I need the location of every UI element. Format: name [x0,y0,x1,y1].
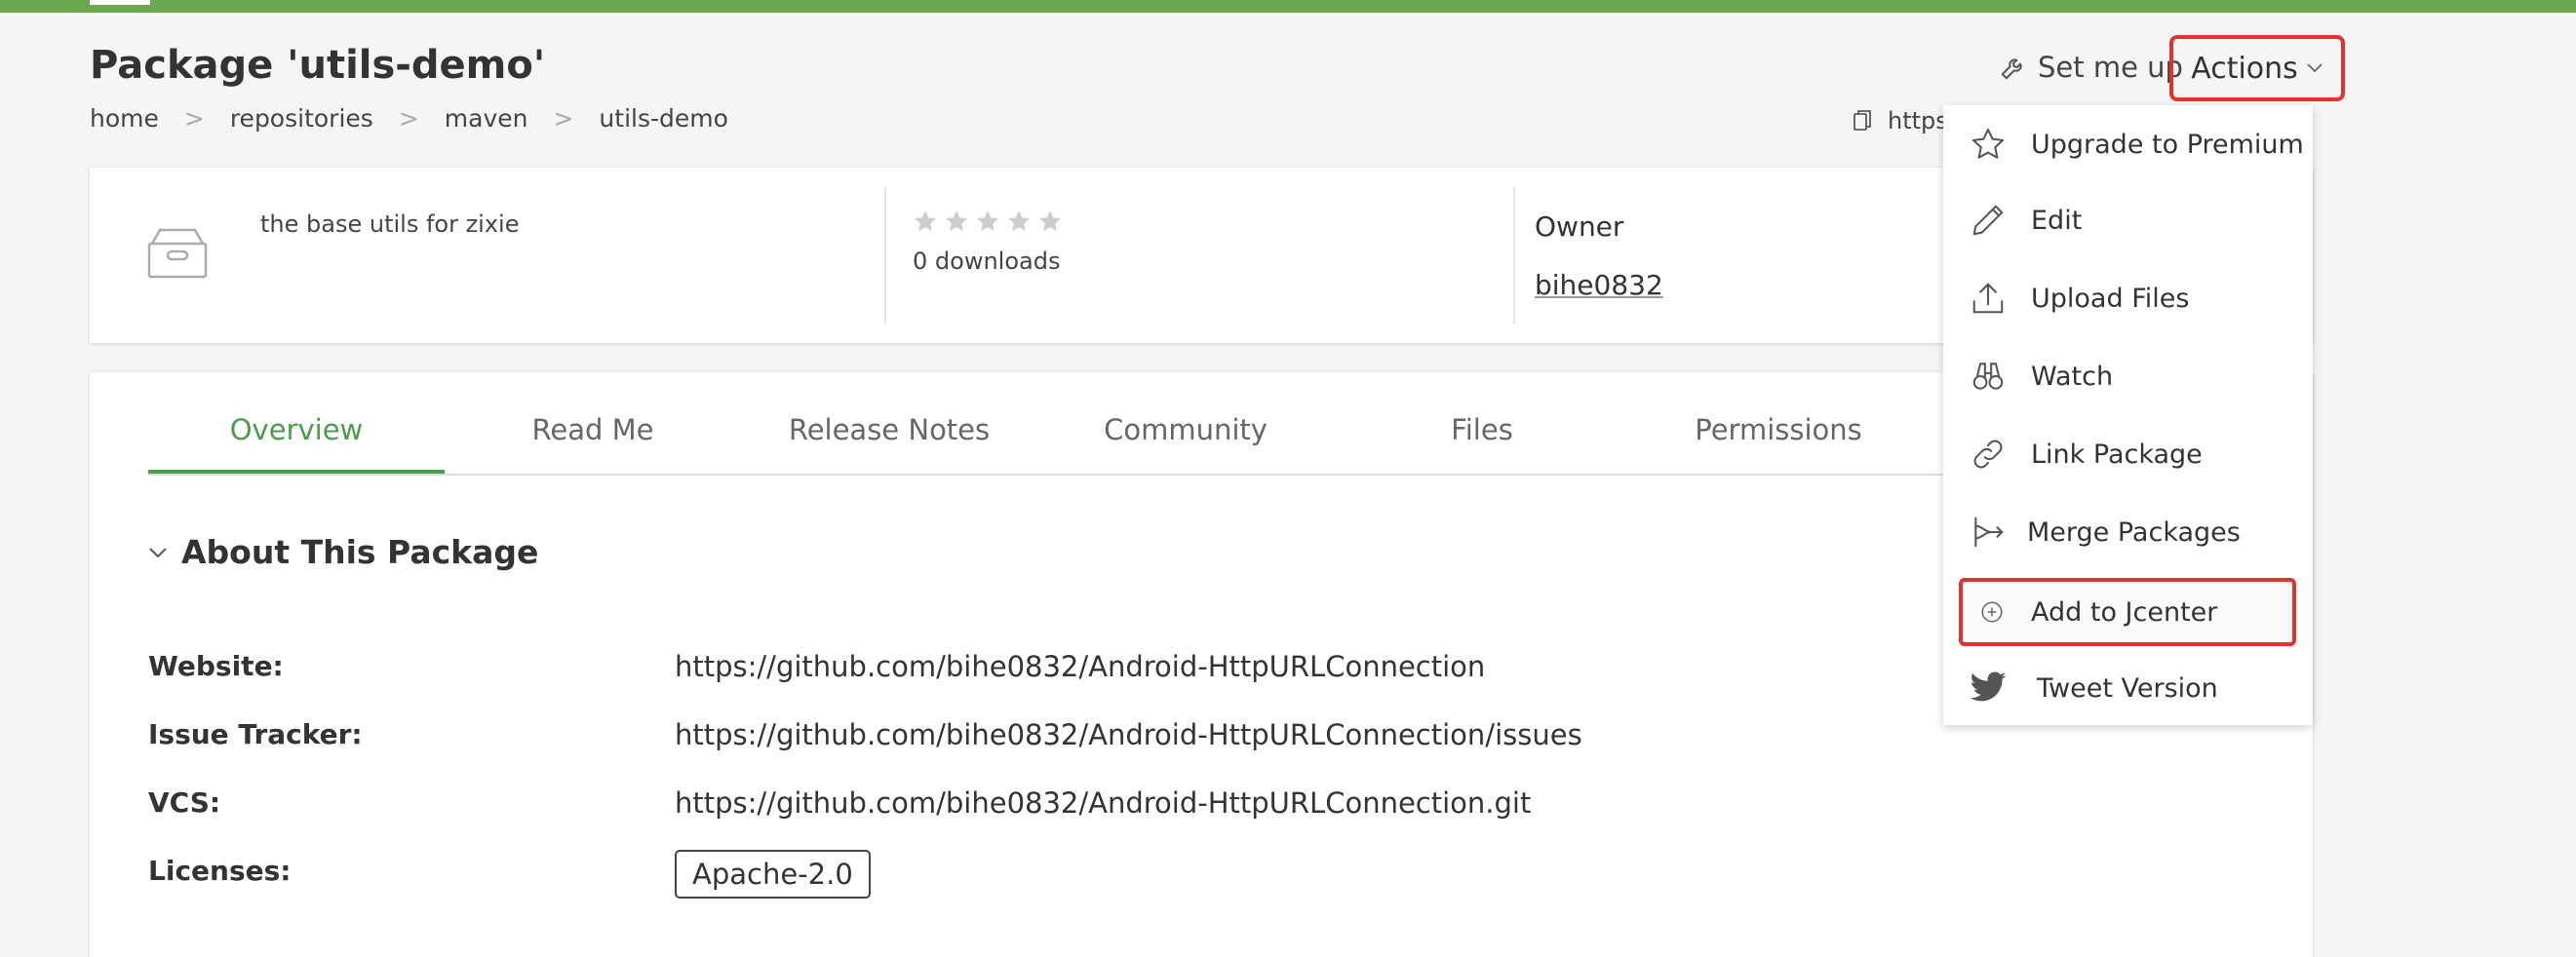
tab-permissions[interactable]: Permissions [1630,413,1927,474]
tab-overview[interactable]: Overview [148,413,445,474]
menu-item-label: Upload Files [2031,283,2190,314]
website-link[interactable]: https://github.com/bihe0832/Android-Http… [675,650,1485,683]
star-icon[interactable] [944,209,969,234]
top-bar-notch [90,0,150,5]
menu-item-label: Merge Packages [2027,517,2241,548]
chevron-down-icon [149,547,167,557]
tab-bar: Overview Read Me Release Notes Community… [148,413,2254,476]
wrench-icon [2001,58,2022,80]
menu-item-label: Link Package [2031,439,2203,470]
link-icon [1969,435,2008,474]
upload-icon [1969,279,2008,318]
actions-label: Actions [2191,51,2298,86]
merge-icon [1969,513,2008,552]
star-icon[interactable] [1006,209,1032,234]
menu-item-label: Watch [2031,361,2114,392]
vcs-label: VCS: [148,786,221,819]
menu-item-label: Add to Jcenter [2031,596,2218,628]
tab-community[interactable]: Community [1037,413,1334,474]
actions-dropdown-menu: Upgrade to Premium Edit Upload Files Wat… [1943,105,2313,725]
star-icon[interactable] [913,209,938,234]
star-icon[interactable] [1037,209,1063,234]
actions-button[interactable]: Actions [2169,35,2345,101]
copy-icon [1854,110,1871,131]
chevron-down-icon [2307,63,2322,73]
set-me-up-button[interactable]: Set me up [1999,51,2183,84]
star-icon [1969,125,2008,164]
star-icon[interactable] [975,209,1000,234]
set-me-up-label: Set me up [2038,51,2183,84]
vcs-link[interactable]: https://github.com/bihe0832/Android-Http… [675,786,1531,820]
pencil-icon [1969,201,2008,240]
about-heading: About This Package [181,533,539,571]
menu-item-upload-files[interactable]: Upload Files [1943,269,2313,327]
issue-tracker-link[interactable]: https://github.com/bihe0832/Android-Http… [675,718,1582,751]
menu-item-label: Tweet Version [2037,672,2218,704]
breadcrumb-repositories[interactable]: repositories [230,104,373,133]
owner-label: Owner [1535,211,1624,243]
licenses-label: Licenses: [148,855,292,887]
issue-tracker-label: Issue Tracker: [148,718,363,750]
breadcrumb: home > repositories > maven > utils-demo [90,104,728,133]
website-label: Website: [148,650,284,682]
menu-item-edit[interactable]: Edit [1943,191,2313,249]
tab-files[interactable]: Files [1334,413,1630,474]
breadcrumb-maven[interactable]: maven [445,104,528,133]
divider [884,187,886,324]
owner-link[interactable]: bihe0832 [1535,269,1663,301]
breadcrumb-separator: > [553,104,574,133]
downloads-count: 0 downloads [913,248,1061,275]
menu-item-tweet-version[interactable]: Tweet Version [1943,659,2313,717]
binoculars-icon [1969,357,2008,396]
tab-release-notes[interactable]: Release Notes [741,413,1037,474]
breadcrumb-separator: > [398,104,419,133]
divider [1513,187,1515,324]
menu-item-link-package[interactable]: Link Package [1943,425,2313,483]
breadcrumb-home[interactable]: home [90,104,159,133]
menu-item-label: Upgrade to Premium [2031,129,2304,160]
menu-item-upgrade-premium[interactable]: Upgrade to Premium [1943,115,2313,173]
package-box-icon [146,226,209,285]
rating-stars[interactable] [913,209,1063,234]
plus-circle-icon [1972,593,2011,632]
tab-read-me[interactable]: Read Me [445,413,741,474]
top-bar [0,0,2576,13]
about-section-toggle[interactable]: About This Package [148,533,538,571]
menu-item-merge-packages[interactable]: Merge Packages [1943,503,2313,561]
breadcrumb-utils-demo[interactable]: utils-demo [599,104,727,133]
menu-item-add-to-jcenter[interactable]: Add to Jcenter [1959,578,2296,646]
breadcrumb-separator: > [183,104,205,133]
license-badge[interactable]: Apache-2.0 [675,850,871,899]
url-hint-text: https [1888,107,1948,134]
copy-url[interactable]: https [1853,107,1948,134]
package-description: the base utils for zixie [260,211,520,238]
menu-item-label: Edit [2031,205,2083,236]
page-title: Package 'utils-demo' [90,43,546,88]
menu-item-watch[interactable]: Watch [1943,347,2313,405]
twitter-icon [1969,669,2008,708]
